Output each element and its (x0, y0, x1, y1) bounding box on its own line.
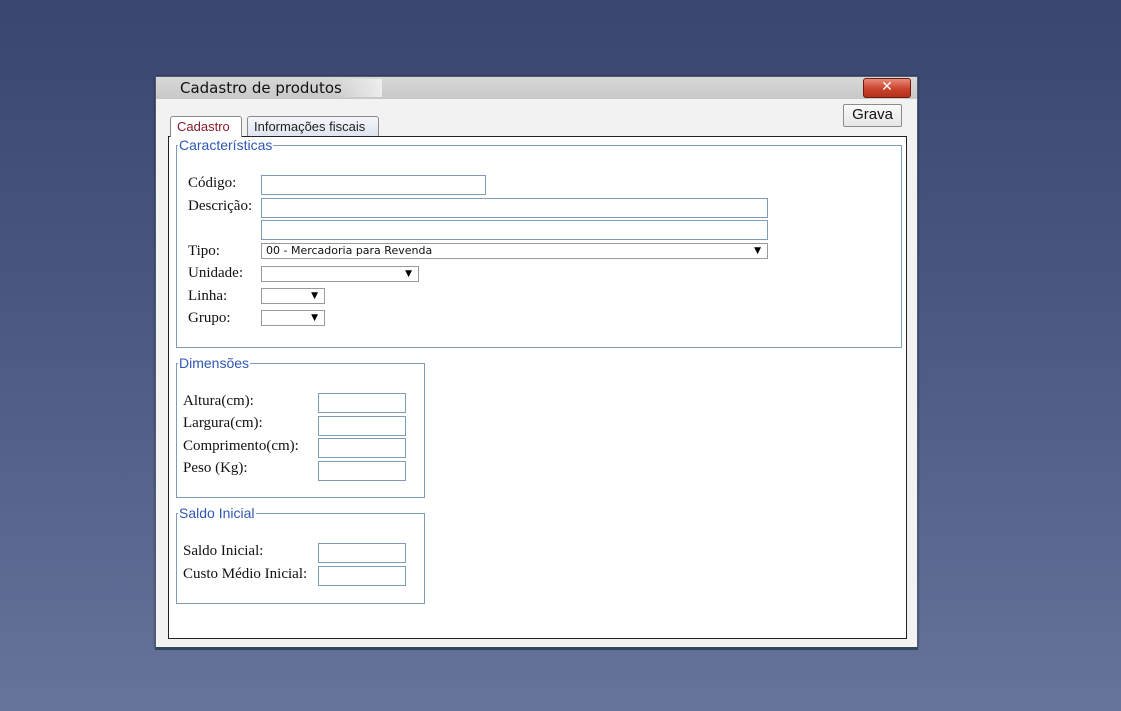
tipo-select[interactable]: 00 - Mercadoria para Revenda ▼ (261, 243, 768, 259)
saldo-inicial-group: Saldo Inicial Saldo Inicial: Custo Médio… (176, 505, 425, 604)
dimensoes-group: Dimensões Altura(cm): Largura(cm): Compr… (176, 355, 425, 498)
tipo-selected-value: 00 - Mercadoria para Revenda (266, 244, 433, 257)
tipo-label: Tipo: (188, 243, 220, 259)
linha-label: Linha: (188, 288, 228, 304)
product-registration-dialog: Cadastro de produtos ✕ Grava Cadastro In… (155, 76, 918, 650)
grupo-label: Grupo: (188, 310, 231, 326)
peso-input[interactable] (318, 461, 406, 481)
saldo-inicial-input[interactable] (318, 543, 406, 563)
chevron-down-icon: ▼ (311, 313, 318, 323)
largura-input[interactable] (318, 416, 406, 436)
saldo-inicial-legend: Saldo Inicial (179, 505, 255, 521)
peso-label: Peso (Kg): (183, 460, 248, 476)
comprimento-label: Comprimento(cm): (183, 438, 299, 454)
close-button[interactable]: ✕ (863, 78, 911, 98)
dimensoes-legend: Dimensões (179, 355, 250, 371)
altura-input[interactable] (318, 393, 406, 413)
saldo-inicial-label: Saldo Inicial: (183, 543, 264, 559)
codigo-input[interactable] (261, 175, 486, 195)
linha-select[interactable]: ▼ (261, 288, 325, 304)
descricao-input-line-2[interactable] (261, 220, 768, 240)
chevron-down-icon: ▼ (405, 269, 412, 279)
custo-medio-label: Custo Médio Inicial: (183, 566, 308, 582)
chevron-down-icon: ▼ (754, 246, 761, 256)
caracteristicas-group: Características Código: Descrição: Tipo:… (176, 137, 902, 348)
tab-panel-cadastro: Características Código: Descrição: Tipo:… (168, 136, 907, 639)
save-button[interactable]: Grava (843, 104, 902, 127)
dialog-title: Cadastro de produtos (180, 79, 382, 97)
largura-label: Largura(cm): (183, 415, 263, 431)
tab-cadastro[interactable]: Cadastro (170, 116, 242, 137)
unidade-label: Unidade: (188, 265, 243, 281)
grupo-select[interactable]: ▼ (261, 310, 325, 326)
dialog-titlebar[interactable]: Cadastro de produtos ✕ (156, 77, 917, 99)
codigo-label: Código: (188, 175, 237, 191)
unidade-select[interactable]: ▼ (261, 266, 419, 282)
custo-medio-input[interactable] (318, 566, 406, 586)
comprimento-input[interactable] (318, 438, 406, 458)
chevron-down-icon: ▼ (311, 291, 318, 301)
altura-label: Altura(cm): (183, 393, 254, 409)
descricao-input[interactable] (261, 198, 768, 218)
descricao-label: Descrição: (188, 198, 253, 214)
close-icon: ✕ (881, 79, 893, 95)
caracteristicas-legend: Características (179, 137, 273, 153)
tab-informacoes-fiscais[interactable]: Informações fiscais (247, 116, 379, 136)
